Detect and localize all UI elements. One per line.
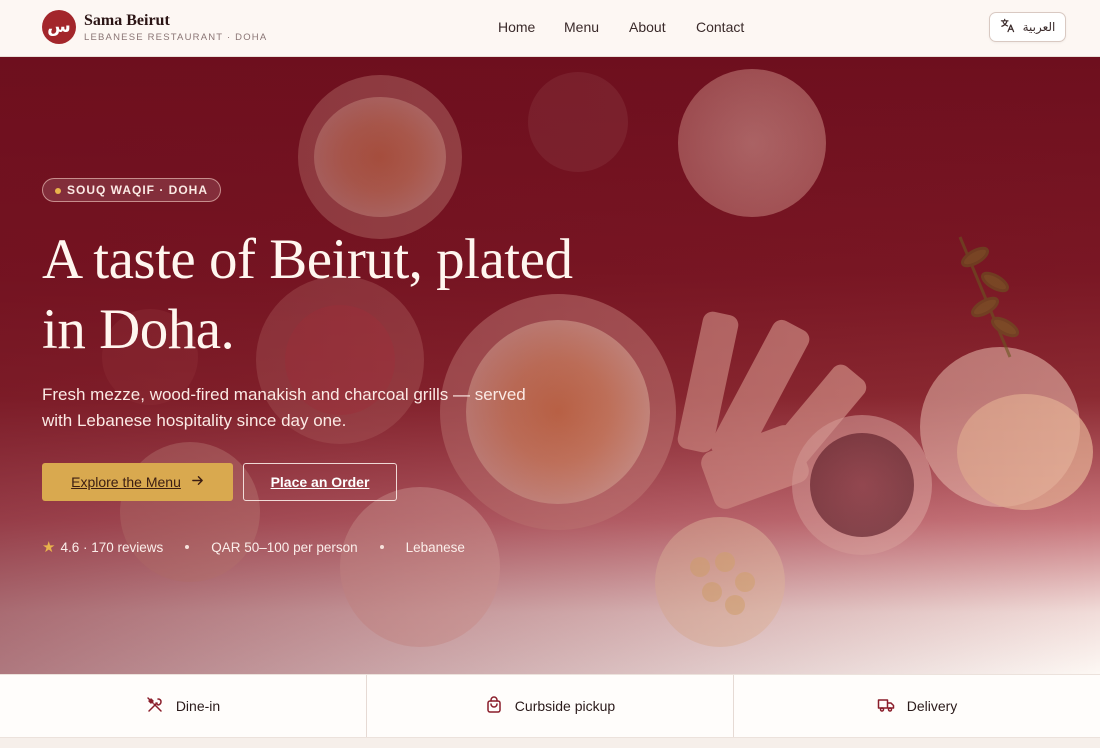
brand[interactable]: س Sama Beirut LEBANESE RESTAURANT · DOHA bbox=[42, 10, 267, 44]
truck-icon bbox=[877, 696, 895, 717]
subtext-line-2: with Lebanese hospitality since day one. bbox=[42, 411, 347, 430]
nav-home[interactable]: Home bbox=[498, 19, 535, 35]
language-toggle-button[interactable]: العربية bbox=[989, 12, 1066, 42]
place-order-button[interactable]: Place an Order bbox=[243, 463, 397, 501]
site-header: س Sama Beirut LEBANESE RESTAURANT · DOHA… bbox=[0, 0, 1100, 57]
brand-text: Sama Beirut LEBANESE RESTAURANT · DOHA bbox=[84, 12, 267, 43]
arrow-right-icon bbox=[191, 474, 204, 490]
hero-headline: A taste of Beirut, plated in Doha. bbox=[42, 225, 662, 365]
utensils-icon bbox=[146, 696, 164, 717]
hero-overlay bbox=[0, 57, 1100, 674]
star-icon: ★ bbox=[42, 539, 56, 556]
rating-text: 4.6 · 170 reviews bbox=[60, 539, 164, 555]
nav-contact[interactable]: Contact bbox=[696, 19, 744, 35]
meta-separator bbox=[379, 545, 384, 549]
service-delivery-label: Delivery bbox=[906, 698, 958, 714]
nav-about[interactable]: About bbox=[629, 19, 666, 35]
translate-icon bbox=[1000, 18, 1015, 36]
service-curbside-label: Curbside pickup bbox=[514, 698, 616, 714]
shopping-bag-icon bbox=[485, 695, 503, 717]
badge-dot-icon bbox=[55, 188, 61, 194]
subtext-line-1: Fresh mezze, wood-fired manakish and cha… bbox=[42, 385, 526, 404]
language-toggle-label: العربية bbox=[1022, 20, 1056, 34]
meta-separator bbox=[185, 545, 190, 549]
service-delivery[interactable]: Delivery bbox=[734, 675, 1100, 737]
hero-subtext: Fresh mezze, wood-fired manakish and cha… bbox=[42, 382, 582, 434]
service-dine-in-label: Dine-in bbox=[175, 698, 221, 714]
cuisine-label: Lebanese bbox=[405, 539, 465, 555]
brand-tagline: LEBANESE RESTAURANT · DOHA bbox=[84, 31, 268, 43]
headline-line-1: A taste of Beirut, plated bbox=[42, 228, 573, 291]
location-badge-label: SOUQ WAQIF · DOHA bbox=[67, 183, 208, 197]
service-curbside-pickup[interactable]: Curbside pickup bbox=[367, 675, 734, 737]
page-bottom-strip bbox=[0, 738, 1100, 748]
brand-logo: س bbox=[42, 10, 76, 44]
hero-section: SOUQ WAQIF · DOHA A taste of Beirut, pla… bbox=[0, 57, 1100, 674]
price-range: QAR 50–100 per person bbox=[211, 539, 358, 555]
explore-menu-button[interactable]: Explore the Menu bbox=[42, 463, 233, 501]
location-badge: SOUQ WAQIF · DOHA bbox=[42, 178, 221, 202]
headline-line-2: in Doha. bbox=[42, 298, 235, 361]
nav-menu[interactable]: Menu bbox=[564, 19, 599, 35]
explore-menu-label: Explore the Menu bbox=[71, 474, 181, 490]
service-options-bar: Dine-in Curbside pickup Delivery bbox=[0, 674, 1100, 738]
hero-meta: ★ 4.6 · 170 reviews QAR 50–100 per perso… bbox=[42, 537, 465, 557]
service-dine-in[interactable]: Dine-in bbox=[0, 675, 367, 737]
brand-name: Sama Beirut bbox=[84, 11, 170, 29]
